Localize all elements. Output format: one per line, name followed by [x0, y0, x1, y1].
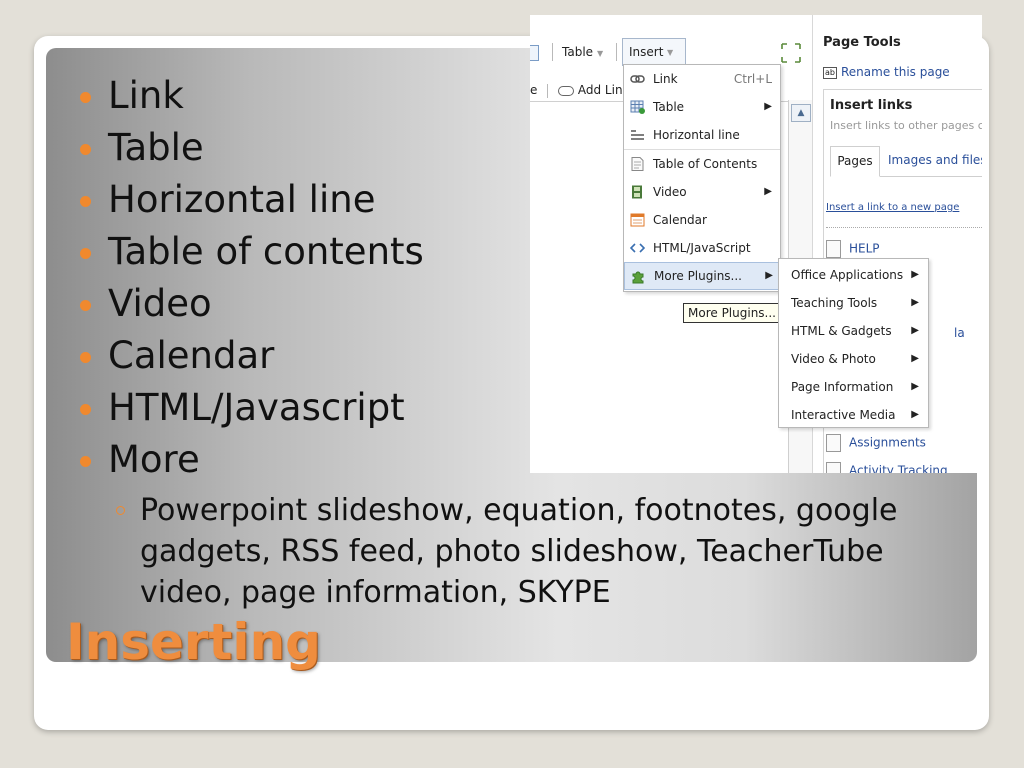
- menu-item-table-of-contents[interactable]: Table of Contents: [624, 150, 780, 178]
- submenu-arrow-icon: ▶: [764, 186, 772, 197]
- submenu-arrow-icon: ▶: [911, 269, 919, 280]
- caret-down-icon: ▼: [597, 49, 604, 58]
- page-icon: [826, 434, 841, 452]
- page-tools-title: Page Tools: [823, 35, 901, 50]
- bullet-dot-icon: [80, 352, 91, 363]
- scroll-up-icon[interactable]: ▲: [791, 104, 811, 122]
- divider: [826, 227, 982, 228]
- rename-page-link[interactable]: ab Rename this page: [823, 65, 950, 79]
- page-link-assignments[interactable]: Assignments: [826, 434, 926, 452]
- document-icon: [631, 157, 644, 171]
- bullet-item: Calendar: [76, 330, 424, 382]
- bullet-dot-icon: [80, 248, 91, 259]
- tab-pages[interactable]: Pages: [830, 146, 880, 177]
- rename-icon: ab: [823, 66, 837, 79]
- toolbar-divider: [547, 83, 549, 98]
- code-icon: [630, 243, 645, 253]
- insert-links-subtitle: Insert links to other pages c: [830, 119, 982, 132]
- submenu-arrow-icon: ▶: [765, 270, 773, 281]
- page-icon: [826, 462, 841, 473]
- submenu-arrow-icon: ▶: [911, 409, 919, 420]
- submenu-item-office-applications[interactable]: Office Applications ▶: [779, 261, 928, 289]
- submenu-arrow-icon: ▶: [911, 353, 919, 364]
- insert-links-title: Insert links: [830, 98, 913, 113]
- menu-item-calendar[interactable]: Calendar: [624, 206, 780, 234]
- expand-icon[interactable]: [780, 42, 802, 64]
- menu-item-link[interactable]: Link Ctrl+L: [624, 65, 780, 93]
- add-link-button[interactable]: Add Link: [558, 83, 630, 97]
- menu-item-more-plugins[interactable]: More Plugins... ▶: [624, 262, 782, 290]
- table-menu-button[interactable]: Table ▼: [562, 45, 603, 59]
- insert-dropdown-menu: Link Ctrl+L Table ▶ Horizontal line Tabl…: [623, 64, 782, 292]
- submenu-item-interactive-media[interactable]: Interactive Media ▶: [779, 401, 928, 429]
- link-icon: [558, 85, 575, 96]
- menu-item-video[interactable]: Video ▶: [624, 178, 780, 206]
- page-link-partial-text[interactable]: la: [954, 326, 965, 340]
- toolbar-divider: [616, 43, 617, 61]
- bullet-item: More: [76, 434, 424, 486]
- calendar-icon: [630, 213, 645, 227]
- bullet-item: Link: [76, 70, 424, 122]
- page-icon: [826, 240, 841, 258]
- submenu-item-teaching-tools[interactable]: Teaching Tools ▶: [779, 289, 928, 317]
- bullet-item: Table: [76, 122, 424, 174]
- toolbar-row-2: e Add Link: [530, 83, 630, 98]
- submenu-item-video-photo[interactable]: Video & Photo ▶: [779, 345, 928, 373]
- insert-menu-button[interactable]: Insert ▼: [622, 38, 686, 66]
- bullet-dot-icon: [80, 456, 91, 467]
- film-icon: [632, 185, 642, 199]
- bullet-dot-icon: [80, 196, 91, 207]
- sub-bullet: Powerpoint slideshow, equation, footnote…: [116, 490, 940, 613]
- page-link-activity-tracking[interactable]: Activity Tracking: [826, 462, 948, 473]
- bullet-dot-icon: [80, 300, 91, 311]
- bullet-item: Video: [76, 278, 424, 330]
- slide-title: Inserting: [66, 613, 321, 671]
- more-plugins-submenu: Office Applications ▶ Teaching Tools ▶ HTM…: [778, 258, 929, 428]
- insert-new-page-link[interactable]: Insert a link to a new page: [826, 202, 959, 213]
- insert-links-tabs: Pages Images and files: [830, 146, 982, 177]
- bullet-item: Table of contents: [76, 226, 424, 278]
- submenu-arrow-icon: ▶: [764, 101, 772, 112]
- submenu-item-page-information[interactable]: Page Information ▶: [779, 373, 928, 401]
- more-plugins-tooltip: More Plugins...: [683, 303, 781, 323]
- sub-bullet-ring-icon: [116, 506, 125, 515]
- menu-item-html-javascript[interactable]: HTML/JavaScript: [624, 234, 780, 262]
- bullet-item: Horizontal line: [76, 174, 424, 226]
- menu-item-horizontal-line[interactable]: Horizontal line: [624, 121, 780, 150]
- page-link-help[interactable]: HELP: [826, 240, 880, 258]
- editor-screenshot: Table ▼ Insert ▼ e Add Link ▲ Link Ctrl+L …: [530, 15, 982, 473]
- horizontal-line-icon: [631, 130, 644, 140]
- puzzle-icon: [632, 271, 644, 284]
- menu-item-table[interactable]: Table ▶: [624, 93, 780, 121]
- link-icon: [630, 75, 645, 83]
- bullet-dot-icon: [80, 144, 91, 155]
- submenu-item-html-gadgets[interactable]: HTML & Gadgets ▶: [779, 317, 928, 345]
- bullet-dot-icon: [80, 92, 91, 103]
- tab-images-and-files[interactable]: Images and files: [888, 146, 982, 175]
- bullet-list: Link Table Horizontal line Table of cont…: [76, 70, 424, 486]
- table-icon: [630, 100, 645, 114]
- bullet-dot-icon: [80, 404, 91, 415]
- caret-down-icon: ▼: [667, 48, 674, 57]
- submenu-arrow-icon: ▶: [911, 381, 919, 392]
- bullet-item: HTML/Javascript: [76, 382, 424, 434]
- submenu-arrow-icon: ▶: [911, 325, 919, 336]
- toolbar-divider: [552, 43, 553, 61]
- document-icon[interactable]: [530, 45, 539, 61]
- submenu-arrow-icon: ▶: [911, 297, 919, 308]
